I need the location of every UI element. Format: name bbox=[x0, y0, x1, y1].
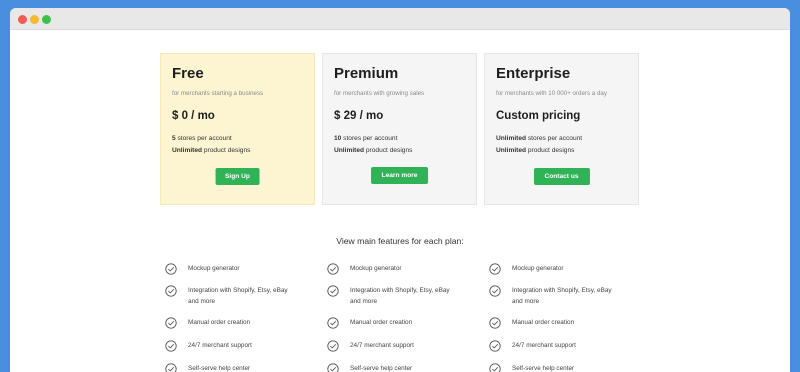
feature-label: 24/7 merchant support bbox=[512, 342, 576, 349]
feature-label: Integration with Shopify, Etsy, eBay and… bbox=[512, 287, 612, 305]
plan-name: Premium bbox=[334, 65, 399, 82]
check-circle-icon bbox=[489, 317, 501, 329]
feature-item: Manual order creation bbox=[327, 317, 452, 329]
check-circle-icon bbox=[327, 340, 339, 352]
plan-subtitle: for merchants with growing sales bbox=[334, 90, 425, 97]
window-titlebar bbox=[10, 8, 790, 30]
check-circle-icon bbox=[489, 363, 501, 372]
check-circle-icon bbox=[165, 285, 177, 297]
feature-item: Integration with Shopify, Etsy, eBay and… bbox=[327, 285, 452, 307]
check-circle-icon bbox=[165, 263, 177, 275]
plan-stores-line: 10 stores per account bbox=[334, 135, 398, 142]
check-circle-icon bbox=[327, 317, 339, 329]
feature-item: Manual order creation bbox=[165, 317, 290, 329]
plan-name: Enterprise bbox=[496, 65, 571, 82]
feature-label: Self-serve help center bbox=[350, 365, 413, 372]
feature-item: 24/7 merchant support bbox=[165, 340, 290, 352]
plan-price: Custom pricing bbox=[496, 110, 581, 122]
feature-label: Manual order creation bbox=[188, 319, 251, 326]
contact-us-button[interactable]: Contact us bbox=[533, 168, 590, 185]
close-window-icon[interactable] bbox=[18, 15, 27, 24]
check-circle-icon bbox=[165, 340, 177, 352]
feature-item: Self-serve help center bbox=[327, 363, 452, 372]
feature-label: 24/7 merchant support bbox=[188, 342, 252, 349]
feature-label: Integration with Shopify, Etsy, eBay and… bbox=[350, 287, 450, 305]
feature-item: Integration with Shopify, Etsy, eBay and… bbox=[489, 285, 614, 307]
feature-item: Manual order creation bbox=[489, 317, 614, 329]
feature-label: Mockup generator bbox=[188, 265, 240, 272]
check-circle-icon bbox=[327, 363, 339, 372]
feature-item: 24/7 merchant support bbox=[489, 340, 614, 352]
check-circle-icon bbox=[165, 363, 177, 372]
plan-card-enterprise: Enterprise for merchants with 10 000+ or… bbox=[484, 53, 639, 205]
feature-label: Mockup generator bbox=[350, 265, 402, 272]
plan-subtitle: for merchants with 10 000+ orders a day bbox=[496, 90, 607, 97]
check-circle-icon bbox=[489, 285, 501, 297]
plan-name: Free bbox=[172, 65, 204, 82]
plan-designs-line: Unlimited product designs bbox=[172, 147, 251, 154]
check-circle-icon bbox=[165, 317, 177, 329]
feature-item: Integration with Shopify, Etsy, eBay and… bbox=[165, 285, 290, 307]
feature-label: Manual order creation bbox=[512, 319, 575, 326]
sign-up-button[interactable]: Sign Up bbox=[215, 168, 260, 185]
plan-stores-line: 5 stores per account bbox=[172, 135, 232, 142]
plan-stores-line: Unlimited stores per account bbox=[496, 135, 583, 142]
feature-item: Self-serve help center bbox=[489, 363, 614, 372]
plan-designs-line: Unlimited product designs bbox=[496, 147, 575, 154]
feature-label: Self-serve help center bbox=[188, 365, 251, 372]
plan-subtitle: for merchants starting a business bbox=[172, 90, 264, 97]
feature-item: Self-serve help center bbox=[165, 363, 290, 372]
feature-label: Self-serve help center bbox=[512, 365, 575, 372]
feature-item: 24/7 merchant support bbox=[327, 340, 452, 352]
feature-label: Manual order creation bbox=[350, 319, 413, 326]
minimize-window-icon[interactable] bbox=[30, 15, 39, 24]
check-circle-icon bbox=[489, 263, 501, 275]
browser-window: Free for merchants starting a business $… bbox=[10, 8, 790, 372]
features-heading: View main features for each plan: bbox=[336, 236, 464, 246]
pricing-page: Free for merchants starting a business $… bbox=[10, 30, 790, 372]
plan-price: $ 29 / mo bbox=[334, 110, 384, 122]
plan-card-free: Free for merchants starting a business $… bbox=[160, 53, 315, 205]
plan-card-premium: Premium for merchants with growing sales… bbox=[322, 53, 477, 205]
check-circle-icon bbox=[327, 285, 339, 297]
feature-label: 24/7 merchant support bbox=[350, 342, 414, 349]
learn-more-button[interactable]: Learn more bbox=[370, 167, 429, 184]
feature-item: Mockup generator bbox=[489, 263, 614, 275]
feature-label: Mockup generator bbox=[512, 265, 564, 272]
check-circle-icon bbox=[489, 340, 501, 352]
maximize-window-icon[interactable] bbox=[42, 15, 51, 24]
plan-price: $ 0 / mo bbox=[172, 110, 215, 122]
feature-label: Integration with Shopify, Etsy, eBay and… bbox=[188, 287, 288, 305]
plan-designs-line: Unlimited product designs bbox=[334, 147, 413, 154]
feature-item: Mockup generator bbox=[327, 263, 452, 275]
feature-item: Mockup generator bbox=[165, 263, 290, 275]
check-circle-icon bbox=[327, 263, 339, 275]
